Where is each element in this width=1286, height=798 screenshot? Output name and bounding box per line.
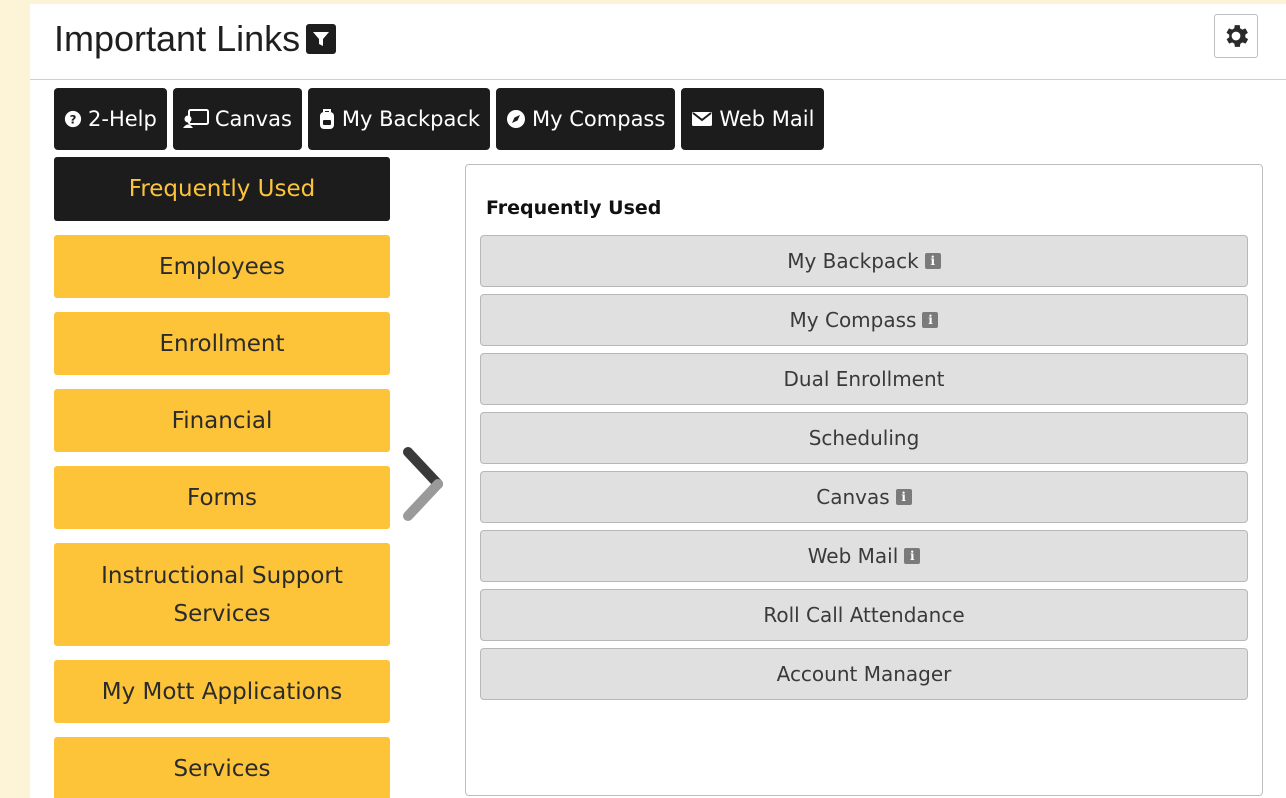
link-label: Canvas — [816, 485, 890, 509]
quick-link-label: Web Mail — [719, 107, 815, 131]
link-label: My Compass — [789, 308, 917, 332]
category-list: Frequently Used Employees Enrollment Fin… — [54, 157, 390, 798]
link-label: Account Manager — [776, 662, 952, 686]
category-employees[interactable]: Employees — [54, 235, 390, 298]
link-my-backpack[interactable]: My Backpack i — [480, 235, 1248, 287]
category-label: Forms — [187, 484, 257, 511]
category-financial[interactable]: Financial — [54, 389, 390, 452]
link-dual-enrollment[interactable]: Dual Enrollment — [480, 353, 1248, 405]
link-web-mail[interactable]: Web Mail i — [480, 530, 1248, 582]
category-label: My Mott Applications — [101, 678, 343, 705]
filter-icon[interactable] — [306, 24, 337, 54]
category-label: Employees — [159, 253, 285, 280]
quick-link-my-backpack[interactable]: My Backpack — [307, 88, 491, 150]
category-my-mott-applications[interactable]: My Mott Applications — [54, 660, 390, 723]
category-label: Enrollment — [159, 330, 285, 357]
category-label: Frequently Used — [128, 176, 316, 202]
info-icon[interactable]: i — [895, 489, 912, 505]
category-label: Financial — [171, 407, 273, 434]
link-label: Dual Enrollment — [783, 367, 945, 391]
category-forms[interactable]: Forms — [54, 466, 390, 529]
content-title: Frequently Used — [486, 197, 662, 219]
quick-link-label: My Backpack — [341, 107, 481, 131]
envelope-icon — [692, 112, 713, 126]
link-label: My Backpack — [787, 249, 919, 273]
category-instructional-support-services[interactable]: Instructional Support Services — [54, 543, 390, 646]
question-circle-icon: ? — [64, 110, 82, 128]
quick-link-label: Canvas — [214, 107, 292, 131]
important-links-panel: Important Links ? 2-Help Canvas My Backp… — [30, 4, 1286, 798]
category-label: Instructional Support Services — [101, 562, 343, 627]
svg-text:?: ? — [70, 113, 77, 127]
category-services[interactable]: Services — [54, 737, 390, 798]
link-account-manager[interactable]: Account Manager — [480, 648, 1248, 700]
link-label: Scheduling — [808, 426, 920, 450]
page-title: Important Links — [54, 18, 337, 60]
category-enrollment[interactable]: Enrollment — [54, 312, 390, 375]
page-title-text: Important Links — [54, 18, 301, 59]
quick-link-web-mail[interactable]: Web Mail — [681, 88, 825, 150]
category-frequently-used[interactable]: Frequently Used — [54, 157, 390, 221]
chevron-right-icon — [400, 444, 450, 528]
panel-header: Important Links — [30, 4, 1286, 80]
quick-link-2-help[interactable]: ? 2-Help — [54, 88, 167, 150]
quick-link-canvas[interactable]: Canvas — [172, 88, 302, 150]
compass-icon — [507, 110, 526, 128]
info-icon[interactable]: i — [904, 548, 921, 564]
category-label: Services — [173, 755, 271, 782]
quick-link-my-compass[interactable]: My Compass — [496, 88, 676, 150]
links-content-box: Frequently Used My Backpack i My Compass… — [465, 164, 1263, 796]
settings-button[interactable] — [1214, 14, 1258, 58]
link-canvas[interactable]: Canvas i — [480, 471, 1248, 523]
link-roll-call-attendance[interactable]: Roll Call Attendance — [480, 589, 1248, 641]
link-scheduling[interactable]: Scheduling — [480, 412, 1248, 464]
backpack-icon — [319, 109, 334, 129]
link-label: Web Mail — [807, 544, 899, 568]
quick-link-label: 2-Help — [88, 107, 157, 131]
link-my-compass[interactable]: My Compass i — [480, 294, 1248, 346]
info-icon[interactable]: i — [922, 312, 939, 328]
canvas-icon — [182, 109, 209, 128]
link-label: Roll Call Attendance — [763, 603, 965, 627]
quick-link-label: My Compass — [532, 107, 666, 131]
gear-icon — [1226, 25, 1249, 47]
quick-links-bar: ? 2-Help Canvas My Backpack My Compass W… — [54, 88, 825, 150]
info-icon[interactable]: i — [924, 253, 941, 269]
link-list: My Backpack i My Compass i Dual Enrollme… — [480, 235, 1248, 707]
